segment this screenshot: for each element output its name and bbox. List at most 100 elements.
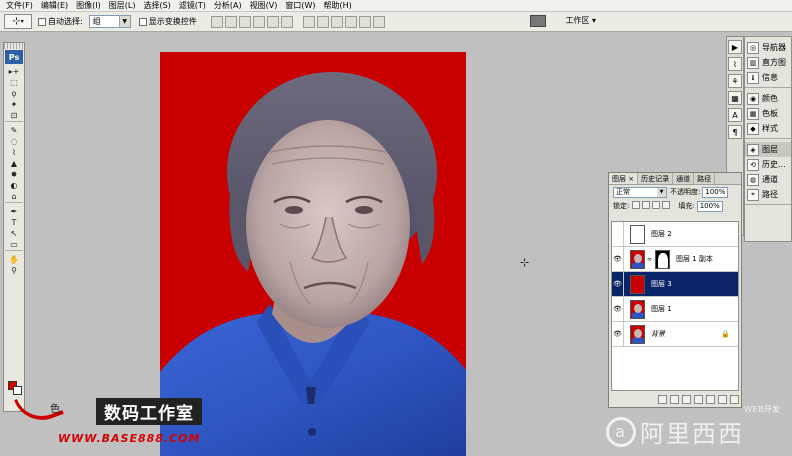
- eye-icon[interactable]: 👁: [612, 296, 624, 322]
- menu-item[interactable]: 窗口(W): [285, 0, 315, 11]
- link-layers-icon[interactable]: [658, 394, 667, 404]
- tool-icon[interactable]: ⌂: [5, 191, 23, 201]
- lock-pixels-icon[interactable]: [642, 201, 651, 209]
- tool-icon[interactable]: ✦: [5, 99, 23, 109]
- align-bottom-icon[interactable]: [238, 15, 251, 28]
- menu-item[interactable]: 图层(L): [109, 0, 136, 11]
- layer-row[interactable]: 👁 ∞ 图层 1 副本: [612, 246, 738, 272]
- tool-icon[interactable]: ✋: [5, 254, 23, 264]
- tool-icon[interactable]: ⬚: [5, 77, 23, 87]
- dock-item[interactable]: ◆ 样式: [745, 121, 791, 136]
- layer-row[interactable]: 👁 图层 1: [612, 296, 738, 322]
- eye-icon[interactable]: [612, 221, 624, 247]
- dock-item[interactable]: ⌖ 路径: [745, 187, 791, 202]
- character-icon[interactable]: A: [728, 108, 742, 122]
- align-center-icon[interactable]: [266, 15, 279, 28]
- tool-presets-icon[interactable]: ▶: [728, 40, 742, 54]
- menu-item[interactable]: 图像(I): [76, 0, 101, 11]
- align-middle-icon[interactable]: [224, 15, 237, 28]
- layer-row[interactable]: 图层 2: [612, 221, 738, 247]
- workspace-button[interactable]: 工作区 ▾: [565, 15, 596, 26]
- lock-position-icon[interactable]: [652, 201, 661, 209]
- tool-icon[interactable]: ◐: [5, 180, 23, 190]
- ps-logo[interactable]: Ps: [5, 50, 23, 64]
- tool-icon[interactable]: ⚲: [5, 265, 23, 275]
- tool-icon[interactable]: ▸+: [5, 66, 23, 76]
- tool-icon[interactable]: ▲: [5, 158, 23, 168]
- layer-style-icon[interactable]: [670, 394, 679, 404]
- trash-icon[interactable]: [730, 394, 739, 404]
- add-mask-icon[interactable]: [682, 394, 691, 404]
- bridge-icon[interactable]: [530, 15, 546, 27]
- auto-select-dropdown[interactable]: 组 ▼: [88, 15, 131, 28]
- brushes-icon[interactable]: ⌇: [728, 57, 742, 71]
- new-layer-icon[interactable]: [718, 394, 727, 404]
- toolbox-grip[interactable]: [4, 43, 24, 49]
- new-group-icon[interactable]: [706, 394, 715, 404]
- distribute-top-icon[interactable]: [302, 15, 315, 28]
- distribute-bottom-icon[interactable]: [330, 15, 343, 28]
- menu-item[interactable]: 帮助(H): [324, 0, 352, 11]
- menu-item[interactable]: 选择(S): [143, 0, 170, 11]
- align-top-icon[interactable]: [210, 15, 223, 28]
- align-left-icon[interactable]: [252, 15, 265, 28]
- tool-icon[interactable]: ✸: [5, 169, 23, 179]
- dock-item[interactable]: ◈ 图层: [745, 142, 791, 157]
- dock-item[interactable]: ℹ 信息: [745, 70, 791, 85]
- tool-icon[interactable]: ▭: [5, 239, 23, 249]
- tool-icon[interactable]: ✒: [5, 206, 23, 216]
- eye-icon[interactable]: 👁: [612, 321, 624, 347]
- auto-select-checkbox[interactable]: 自动选择:: [38, 16, 83, 27]
- dock-item[interactable]: ▥ 直方图: [745, 55, 791, 70]
- tool-icon[interactable]: ϙ: [5, 88, 23, 98]
- document-canvas[interactable]: [160, 52, 466, 456]
- menu-item[interactable]: 分析(A): [214, 0, 242, 11]
- chevron-down-icon: ▼: [657, 187, 666, 197]
- panel-tab[interactable]: 历史记录: [638, 173, 674, 184]
- tool-preset-picker[interactable]: ⊹ ▾: [4, 14, 32, 29]
- lock-all-icon[interactable]: [662, 201, 671, 209]
- distribute-left-icon[interactable]: [344, 15, 357, 28]
- dock-item[interactable]: ◎ 导航器: [745, 40, 791, 55]
- panel-tab[interactable]: 路径: [694, 173, 716, 184]
- panel-tab[interactable]: 通道: [673, 173, 695, 184]
- actions-icon[interactable]: ▦: [728, 91, 742, 105]
- blend-mode-value: 正常: [616, 188, 630, 196]
- menu-item[interactable]: 视图(V): [250, 0, 278, 11]
- distribute-middle-icon[interactable]: [316, 15, 329, 28]
- align-right-icon[interactable]: [280, 15, 293, 28]
- clone-source-icon[interactable]: ⚘: [728, 74, 742, 88]
- blend-mode-dropdown[interactable]: 正常 ▼: [613, 186, 667, 198]
- eye-icon[interactable]: 👁: [612, 246, 624, 272]
- tool-icon[interactable]: ⌇: [5, 147, 23, 157]
- dock-item[interactable]: ▦ 色板: [745, 106, 791, 121]
- tool-icon[interactable]: ✎: [5, 125, 23, 135]
- paragraph-icon[interactable]: ¶: [728, 125, 742, 139]
- adjustment-layer-icon[interactable]: [694, 394, 703, 404]
- chain-link-icon[interactable]: ∞: [647, 256, 652, 263]
- background-color-swatch[interactable]: [13, 386, 22, 395]
- dock-item-label: 直方图: [762, 58, 786, 67]
- menu-item[interactable]: 文件(F): [6, 0, 33, 11]
- fill-input[interactable]: 100%: [696, 200, 723, 212]
- tool-icon[interactable]: T: [5, 217, 23, 227]
- tool-icon[interactable]: ⊡: [5, 110, 23, 120]
- layer-row[interactable]: 👁 图层 3: [612, 271, 738, 297]
- distribute-center-icon[interactable]: [358, 15, 371, 28]
- distribute-right-icon[interactable]: [372, 15, 385, 28]
- layer-row[interactable]: 👁 背景 🔒: [612, 321, 738, 347]
- show-transform-checkbox[interactable]: 显示变换控件: [138, 16, 197, 27]
- tool-icon[interactable]: ◌: [5, 136, 23, 146]
- auto-select-value: 组: [92, 17, 101, 26]
- dock-item[interactable]: ⟲ 历史...: [745, 157, 791, 172]
- dock-item[interactable]: ◍ 通道: [745, 172, 791, 187]
- menu-item[interactable]: 编辑(E): [41, 0, 68, 11]
- layer-mask-thumbnail[interactable]: [655, 249, 670, 269]
- panel-tab[interactable]: 图层 ×: [609, 173, 639, 184]
- opacity-input[interactable]: 100%: [702, 186, 729, 198]
- dock-item[interactable]: ◉ 颜色: [745, 91, 791, 106]
- eye-icon[interactable]: 👁: [612, 271, 624, 297]
- lock-transparent-icon[interactable]: [632, 201, 641, 209]
- menu-item[interactable]: 滤镜(T): [179, 0, 206, 11]
- tool-icon[interactable]: ↖: [5, 228, 23, 238]
